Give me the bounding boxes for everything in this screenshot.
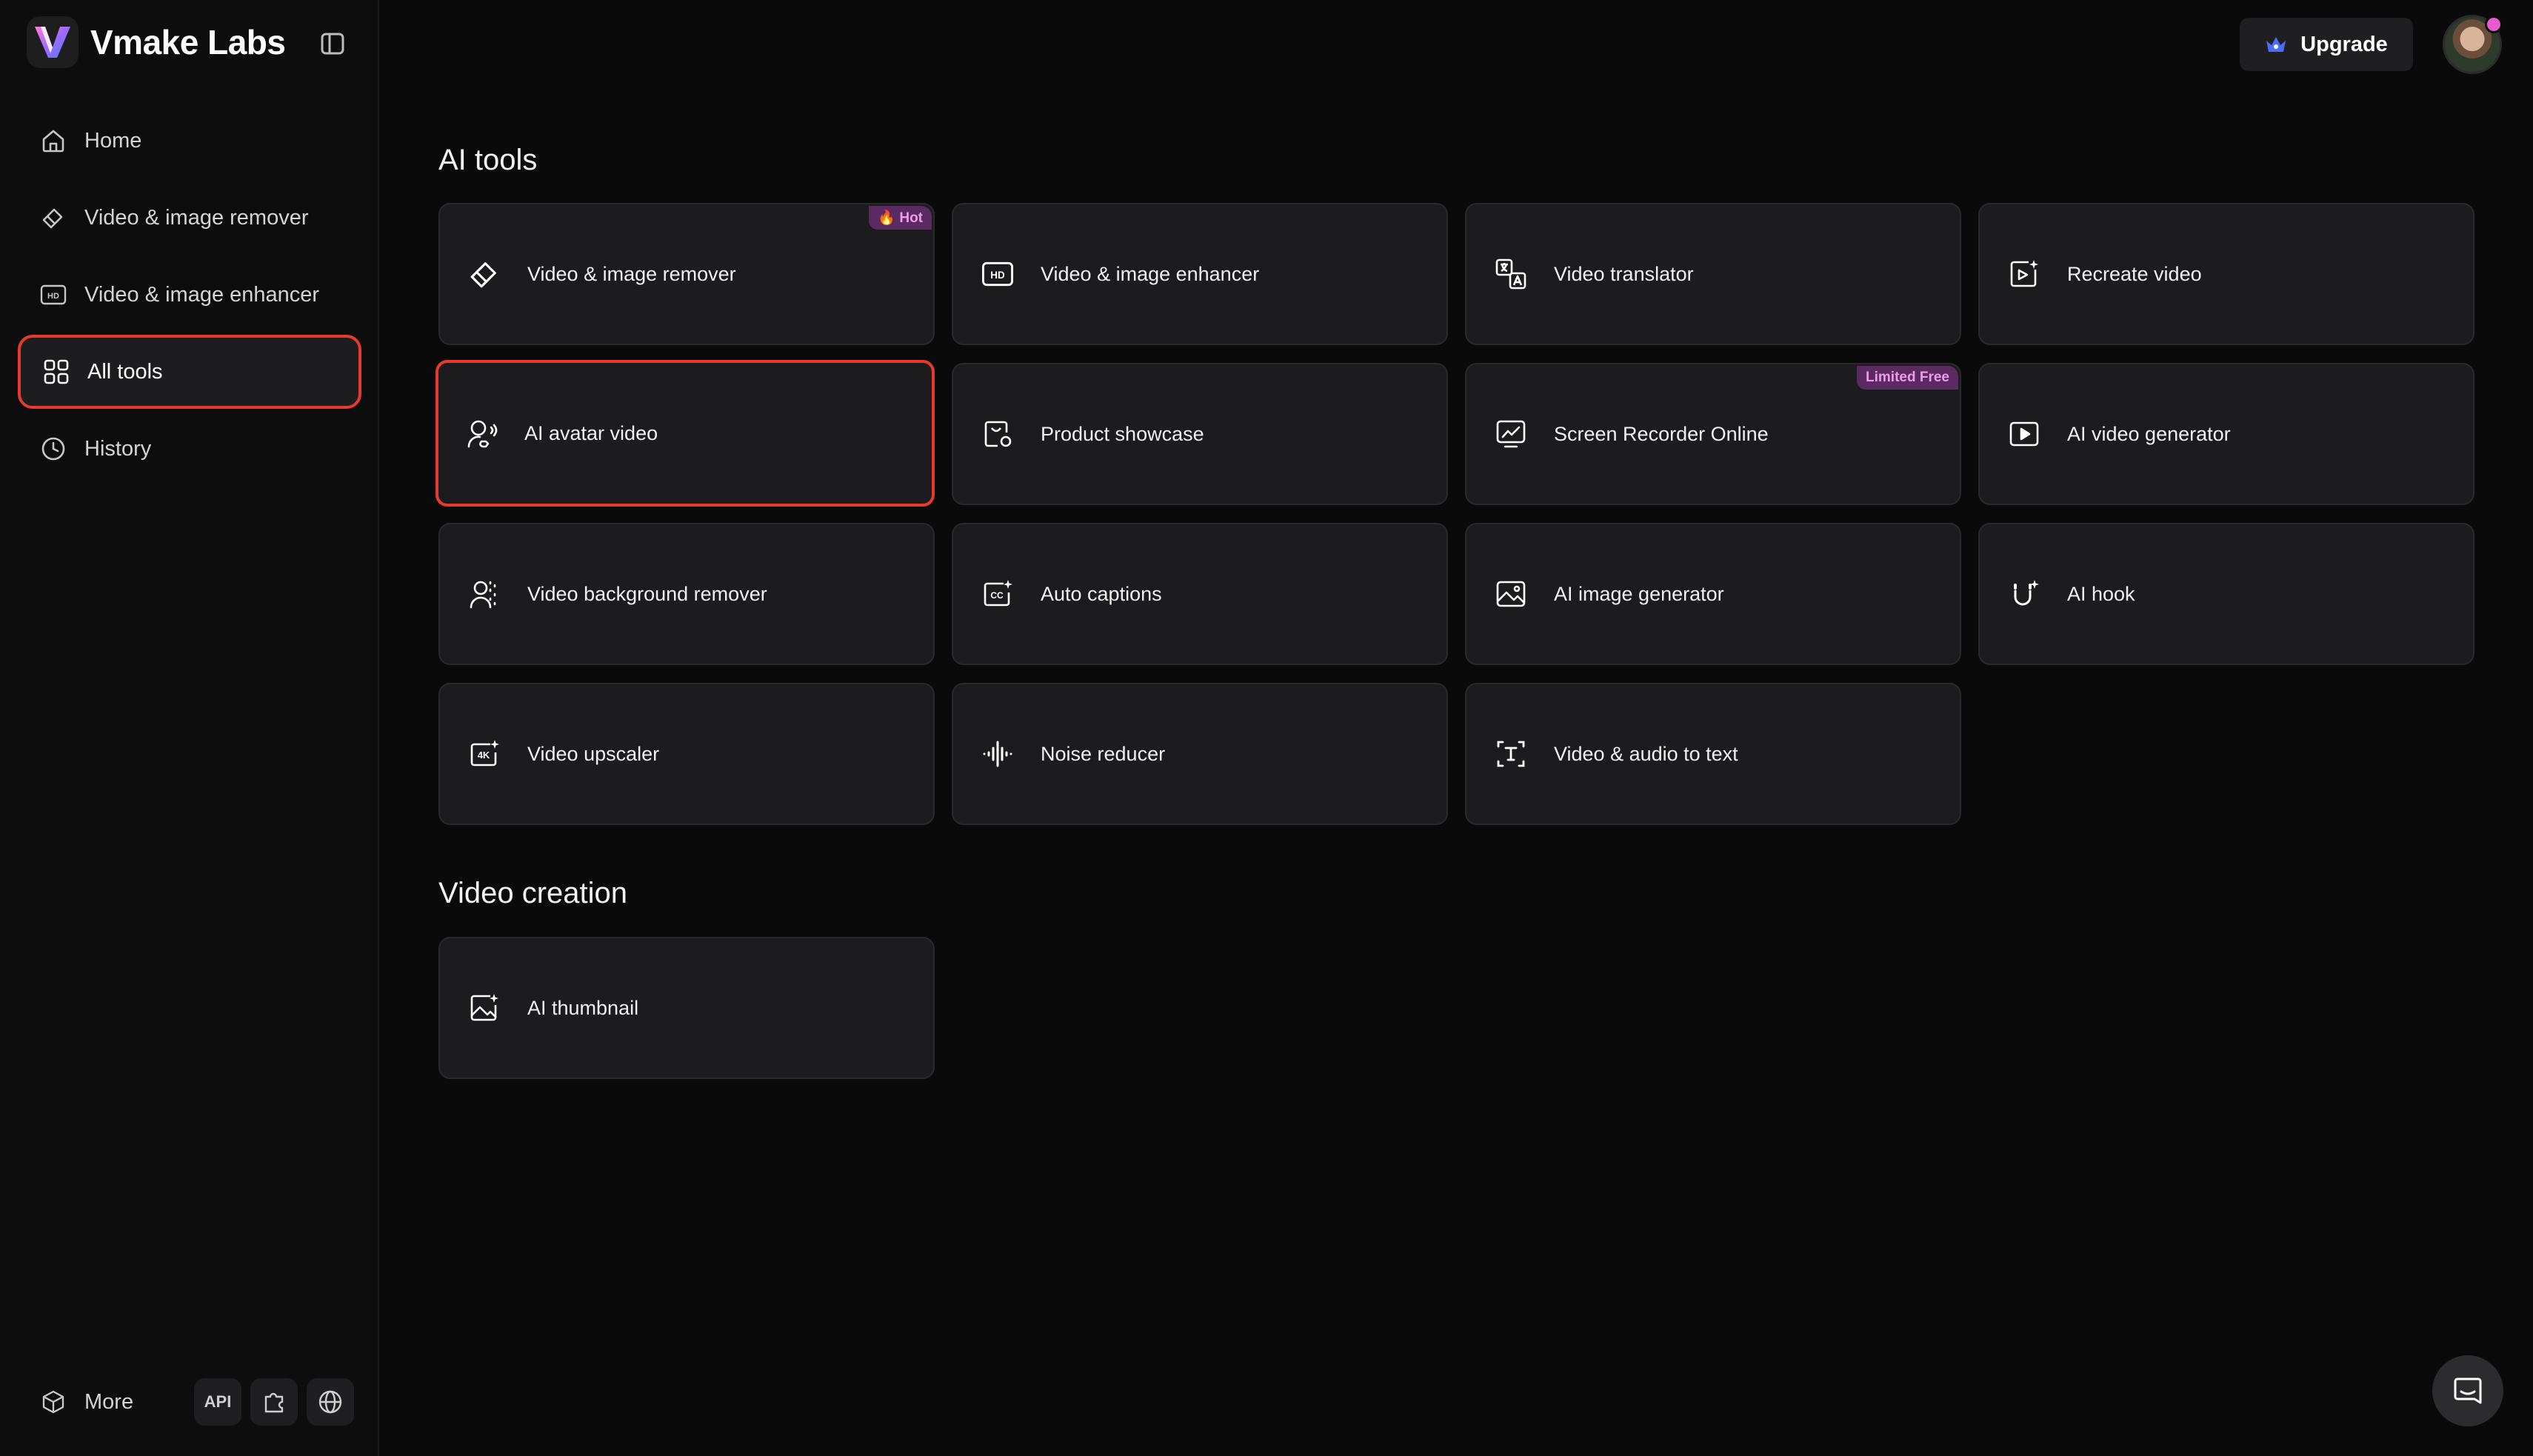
screen-recorder-icon xyxy=(1493,416,1529,452)
tool-label: Auto captions xyxy=(1041,582,1162,605)
tool-label: Video translator xyxy=(1554,262,1694,285)
api-label: API xyxy=(204,1392,232,1411)
hot-badge: 🔥 Hot xyxy=(869,206,932,230)
thumbnail-icon xyxy=(467,990,502,1026)
tool-card-auto-captions[interactable]: CC Auto captions xyxy=(952,523,1448,665)
tool-card-ai-hook[interactable]: AI hook xyxy=(1978,523,2474,665)
grid-icon xyxy=(41,357,71,387)
tool-card-noise-reducer[interactable]: Noise reducer xyxy=(952,683,1448,825)
captions-icon: CC xyxy=(980,576,1015,612)
brand[interactable]: Vmake Labs xyxy=(27,16,286,68)
sidebar-item-label: Video & image remover xyxy=(84,205,309,230)
svg-text:4K: 4K xyxy=(478,749,490,761)
tool-label: Video upscaler xyxy=(527,742,660,765)
extension-button[interactable] xyxy=(250,1378,298,1426)
tool-label: Video background remover xyxy=(527,582,767,605)
tool-card-ai-video-generator[interactable]: AI video generator xyxy=(1978,363,2474,505)
upgrade-label: Upgrade xyxy=(2300,32,2388,56)
tool-card-ai-thumbnail[interactable]: AI thumbnail xyxy=(438,937,935,1079)
svg-text:HD: HD xyxy=(990,270,1005,281)
upgrade-button[interactable]: Upgrade xyxy=(2240,18,2413,71)
api-button[interactable]: API xyxy=(194,1378,241,1426)
eraser-icon xyxy=(467,256,502,292)
tool-card-product-showcase[interactable]: Product showcase xyxy=(952,363,1448,505)
tool-card-ai-image-generator[interactable]: AI image generator xyxy=(1465,523,1961,665)
sidebar-item-video-image-enhancer[interactable]: HD Video & image enhancer xyxy=(18,258,361,332)
sidebar-item-home[interactable]: Home xyxy=(18,104,361,178)
sidebar-item-label: Home xyxy=(84,128,142,153)
tool-label: AI hook xyxy=(2067,582,2135,605)
app-root: Vmake Labs Home Video & image remover HD… xyxy=(0,0,2533,1456)
more-label: More xyxy=(84,1389,134,1414)
sidebar-item-video-image-remover[interactable]: Video & image remover xyxy=(18,181,361,255)
language-button[interactable] xyxy=(307,1378,354,1426)
person-bg-icon xyxy=(467,576,502,612)
cube-icon xyxy=(39,1387,68,1417)
tool-label: Video & image enhancer xyxy=(1041,262,1260,285)
tool-label: AI image generator xyxy=(1554,582,1724,605)
hd-icon: HD xyxy=(39,280,68,310)
crown-icon xyxy=(2265,35,2287,54)
tool-card-video-translator[interactable]: Video translator xyxy=(1465,203,1961,345)
vmake-logo-icon xyxy=(27,16,79,68)
sidebar: Vmake Labs Home Video & image remover HD… xyxy=(0,0,379,1456)
hd-icon: HD xyxy=(980,256,1015,292)
sidebar-footer: More API xyxy=(18,1377,361,1426)
eraser-icon xyxy=(39,203,68,233)
tool-card-ai-avatar-video[interactable]: AI avatar video xyxy=(435,360,935,507)
section-title-ai-tools: AI tools xyxy=(438,144,538,176)
image-icon xyxy=(1493,576,1529,612)
sidebar-toggle-icon[interactable] xyxy=(318,30,347,58)
4k-icon: 4K xyxy=(467,736,502,772)
sidebar-item-label: All tools xyxy=(87,359,163,384)
tool-card-video-image-enhancer[interactable]: HD Video & image enhancer xyxy=(952,203,1448,345)
sidebar-item-history[interactable]: History xyxy=(18,412,361,486)
tool-label: AI thumbnail xyxy=(527,996,639,1019)
brand-name: Vmake Labs xyxy=(90,23,286,61)
tool-card-video-audio-to-text[interactable]: Video & audio to text xyxy=(1465,683,1961,825)
avatar-icon xyxy=(464,415,499,451)
recreate-icon xyxy=(2006,256,2042,292)
magnet-icon xyxy=(2006,576,2042,612)
tool-label: AI avatar video xyxy=(524,421,658,444)
globe-icon xyxy=(318,1389,343,1415)
svg-text:HD: HD xyxy=(47,292,59,301)
tool-label: AI video generator xyxy=(2067,422,2231,445)
tool-label: Noise reducer xyxy=(1041,742,1166,765)
tool-card-video-background-remover[interactable]: Video background remover xyxy=(438,523,935,665)
tool-label: Product showcase xyxy=(1041,422,1204,445)
translate-icon xyxy=(1493,256,1529,292)
tool-label: Video & image remover xyxy=(527,262,736,285)
tool-card-recreate-video[interactable]: Recreate video xyxy=(1978,203,2474,345)
chat-icon xyxy=(2452,1375,2484,1407)
sidebar-nav: Home Video & image remover HD Video & im… xyxy=(18,104,361,489)
tool-label: Screen Recorder Online xyxy=(1554,422,1769,445)
limited-free-badge: Limited Free xyxy=(1857,366,1958,390)
sidebar-item-label: Video & image enhancer xyxy=(84,282,320,307)
home-icon xyxy=(39,126,68,156)
tool-label: Recreate video xyxy=(2067,262,2202,285)
avatar[interactable] xyxy=(2443,15,2503,74)
svg-text:CC: CC xyxy=(990,590,1004,601)
tool-card-video-upscaler[interactable]: 4K Video upscaler xyxy=(438,683,935,825)
clock-icon xyxy=(39,434,68,464)
play-icon xyxy=(2006,416,2042,452)
notification-dot xyxy=(2485,16,2503,33)
sidebar-item-label: History xyxy=(84,436,152,461)
puzzle-icon xyxy=(261,1389,287,1415)
section-title-video-creation: Video creation xyxy=(438,877,627,909)
text-icon xyxy=(1493,736,1529,772)
tool-label: Video & audio to text xyxy=(1554,742,1738,765)
sidebar-item-all-tools[interactable]: All tools xyxy=(18,335,361,409)
tool-card-video-image-remover[interactable]: Video & image remover 🔥 Hot xyxy=(438,203,935,345)
product-icon xyxy=(980,416,1015,452)
waveform-icon xyxy=(980,736,1015,772)
chat-support-button[interactable] xyxy=(2432,1355,2503,1426)
tool-card-screen-recorder-online[interactable]: Screen Recorder Online Limited Free xyxy=(1465,363,1961,505)
more-button[interactable]: More xyxy=(18,1387,185,1417)
